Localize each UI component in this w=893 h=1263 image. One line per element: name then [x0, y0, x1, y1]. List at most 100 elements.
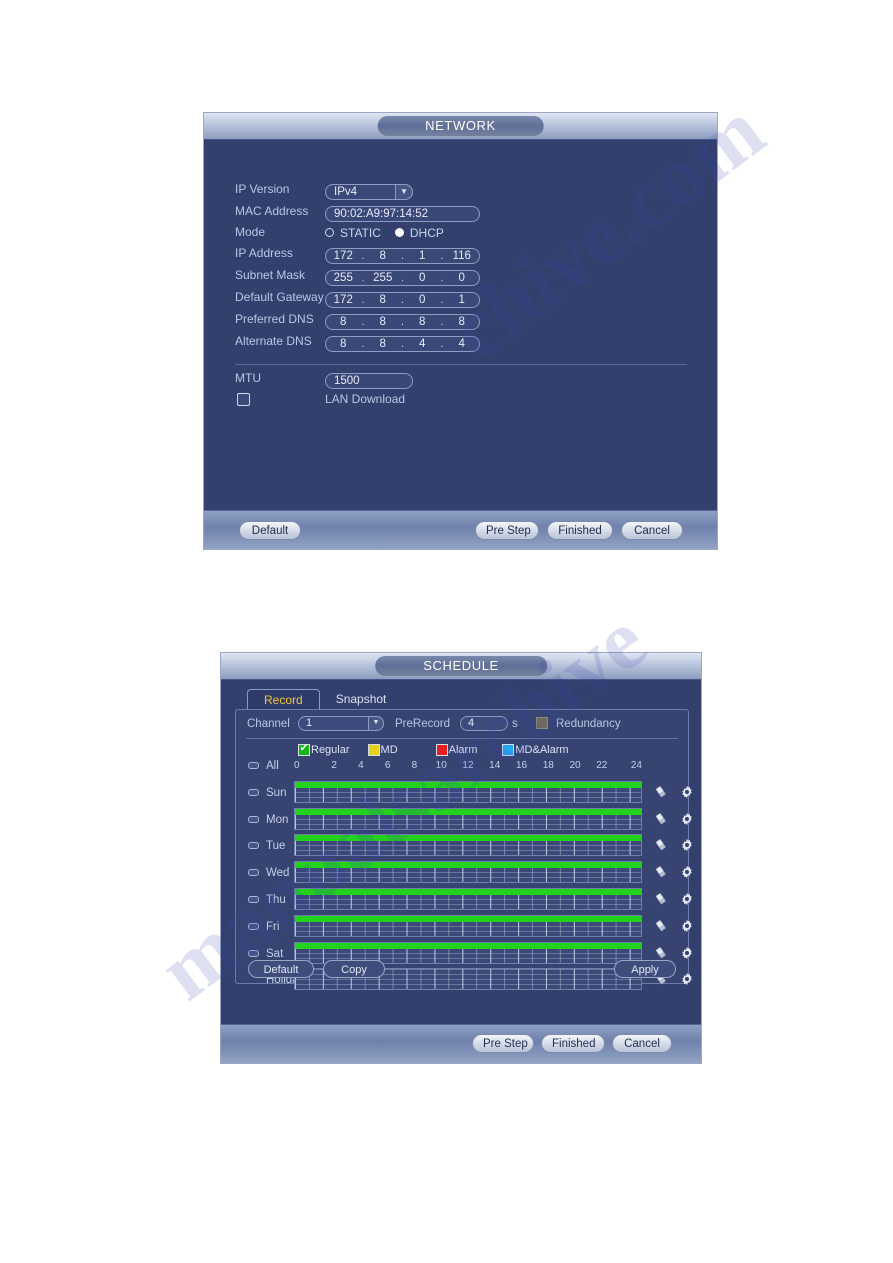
- tab-snapshot[interactable]: Snapshot: [320, 689, 403, 710]
- mtu-field[interactable]: 1500: [325, 373, 413, 389]
- pdns-octet-2[interactable]: 8: [366, 315, 401, 329]
- row-toggle-wed[interactable]: [248, 869, 259, 877]
- radio-dhcp[interactable]: [394, 228, 404, 237]
- timeline-track-wed[interactable]: [294, 861, 642, 884]
- ip-octet-1[interactable]: 172: [326, 249, 361, 263]
- tab-record[interactable]: Record: [247, 689, 320, 710]
- radio-static[interactable]: [325, 228, 334, 237]
- gear-icon[interactable]: [680, 972, 694, 986]
- subnet-octet-3[interactable]: 0: [405, 271, 440, 285]
- chevron-down-icon[interactable]: ▼: [368, 716, 384, 731]
- finished-button[interactable]: Finished: [547, 521, 613, 540]
- timeline-track-mon[interactable]: [294, 807, 642, 830]
- preferred-dns-label: Preferred DNS: [235, 312, 314, 326]
- eraser-icon[interactable]: [654, 919, 668, 933]
- subnet-octet-2[interactable]: 255: [366, 271, 401, 285]
- eraser-icon[interactable]: [654, 865, 668, 879]
- adns-octet-4[interactable]: 4: [445, 337, 480, 351]
- preferred-dns-field[interactable]: 8 . 8 . 8 . 8: [325, 314, 480, 330]
- mtu-label: MTU: [235, 371, 261, 385]
- row-actions-fri: [654, 919, 694, 933]
- timeline-track-thu[interactable]: [294, 888, 642, 910]
- schedule-row-sun: Sun: [248, 780, 692, 805]
- subnet-mask-field[interactable]: 255 . 255 . 0 . 0: [325, 270, 480, 286]
- ip-address-field[interactable]: 172 . 8 . 1 . 116: [325, 248, 480, 264]
- pdns-octet-4[interactable]: 8: [445, 315, 480, 329]
- ip-octet-2[interactable]: 8: [366, 249, 401, 263]
- row-toggle-tue[interactable]: [248, 842, 259, 850]
- schedule-apply-button[interactable]: Apply: [614, 960, 676, 978]
- schedule-row-thu: Thu: [248, 888, 692, 912]
- record-bar-regular: [295, 808, 641, 815]
- subnet-mask-label: Subnet Mask: [235, 268, 306, 282]
- schedule-cancel-button[interactable]: Cancel: [612, 1034, 672, 1053]
- record-bar-regular: [295, 835, 641, 842]
- lan-download-checkbox[interactable]: [237, 393, 250, 406]
- ip-version-select[interactable]: IPv4 ▼: [325, 184, 413, 200]
- timeline-track-fri[interactable]: [294, 914, 642, 937]
- eraser-icon[interactable]: [654, 785, 668, 799]
- schedule-copy-button[interactable]: Copy: [323, 960, 385, 978]
- alternate-dns-field[interactable]: 8 . 8 . 4 . 4: [325, 336, 480, 352]
- radio-static-label: STATIC: [340, 225, 381, 240]
- gear-icon[interactable]: [680, 919, 694, 933]
- schedule-body: Record Snapshot Channel 1 ▼ PreRecord 4 …: [221, 680, 701, 1024]
- chevron-down-icon[interactable]: ▼: [395, 184, 413, 200]
- row-toggle-sun[interactable]: [248, 788, 259, 796]
- gateway-octet-1[interactable]: 172: [326, 293, 361, 307]
- subnet-octet-1[interactable]: 255: [326, 271, 361, 285]
- ip-octet-3[interactable]: 1: [405, 249, 440, 263]
- row-toggle-thu[interactable]: [248, 896, 259, 903]
- row-toggle-sat[interactable]: [248, 949, 259, 957]
- pre-step-button[interactable]: Pre Step: [475, 521, 539, 540]
- row-toggle-all[interactable]: [248, 762, 259, 769]
- schedule-titlebar: SCHEDULE: [221, 653, 701, 680]
- schedule-default-button[interactable]: Default: [248, 960, 314, 978]
- ip-version-value: IPv4: [334, 186, 358, 198]
- schedule-finished-button[interactable]: Finished: [541, 1034, 605, 1053]
- subnet-octet-4[interactable]: 0: [445, 271, 480, 285]
- record-bar-regular: [295, 889, 641, 895]
- timeline-track-tue[interactable]: [294, 834, 642, 857]
- channel-select[interactable]: 1 ▼: [298, 716, 384, 731]
- gear-icon[interactable]: [680, 838, 694, 852]
- adns-octet-1[interactable]: 8: [326, 337, 361, 351]
- eraser-icon[interactable]: [654, 892, 668, 906]
- adns-octet-2[interactable]: 8: [366, 337, 401, 351]
- record-bar-regular: [295, 942, 641, 949]
- gear-icon[interactable]: [680, 946, 694, 960]
- schedule-pre-step-button[interactable]: Pre Step: [472, 1034, 534, 1053]
- gateway-octet-4[interactable]: 1: [445, 293, 480, 307]
- row-label-mon: Mon: [266, 813, 289, 826]
- gear-icon[interactable]: [680, 865, 694, 879]
- mode-radio-group: STATIC DHCP: [325, 224, 452, 241]
- gateway-octet-2[interactable]: 8: [366, 293, 401, 307]
- schedule-footer: Pre Step Finished Cancel: [221, 1024, 701, 1063]
- gateway-octet-3[interactable]: 0: [405, 293, 440, 307]
- eraser-icon[interactable]: [654, 946, 668, 960]
- row-label-all: All: [266, 760, 279, 772]
- prerecord-input[interactable]: 4: [460, 716, 508, 731]
- eraser-icon[interactable]: [654, 838, 668, 852]
- network-footer: Default Pre Step Finished Cancel: [204, 510, 717, 549]
- pdns-octet-3[interactable]: 8: [405, 315, 440, 329]
- gear-icon[interactable]: [680, 785, 694, 799]
- eraser-icon[interactable]: [654, 812, 668, 826]
- ip-octet-4[interactable]: 116: [445, 249, 480, 263]
- adns-octet-3[interactable]: 4: [405, 337, 440, 351]
- redundancy-checkbox[interactable]: [536, 717, 548, 729]
- pdns-octet-1[interactable]: 8: [326, 315, 361, 329]
- gear-icon[interactable]: [680, 892, 694, 906]
- cancel-button[interactable]: Cancel: [621, 521, 683, 540]
- default-gateway-field[interactable]: 172 . 8 . 0 . 1: [325, 292, 480, 308]
- row-actions-mon: [654, 812, 694, 826]
- row-toggle-fri[interactable]: [248, 922, 259, 930]
- schedule-row-mon: Mon: [248, 807, 692, 832]
- alternate-dns-label: Alternate DNS: [235, 334, 312, 348]
- gear-icon[interactable]: [680, 812, 694, 826]
- timeline-track-sun[interactable]: [294, 780, 642, 803]
- default-button[interactable]: Default: [239, 521, 301, 540]
- record-bar-regular: [295, 862, 641, 869]
- row-actions-sat: [654, 946, 694, 960]
- row-toggle-mon[interactable]: [248, 815, 259, 823]
